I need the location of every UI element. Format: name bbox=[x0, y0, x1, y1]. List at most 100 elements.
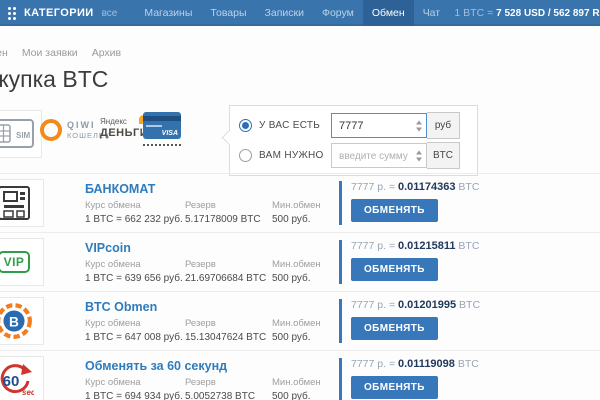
exchange-calculator: У ВАС ЕСТЬ руб ВАМ НУЖНО BTC bbox=[229, 105, 478, 176]
reserve-value: 21.69706684 BTC bbox=[185, 273, 272, 284]
exchanger-row-vipcoin: VIP VIPcoin Курс обмена 1 BTC = 639 656 р… bbox=[0, 233, 600, 292]
rate-value: 1 BTC = 662 232 руб. bbox=[85, 214, 185, 225]
subnav-my-requests[interactable]: Мои заявки bbox=[22, 47, 78, 59]
svg-text:B: B bbox=[9, 314, 19, 329]
rate-label: Курс обмена bbox=[85, 377, 185, 388]
offer-section: 7777 р. = 0.01174363 BTC ОБМЕНЯТЬ bbox=[339, 181, 479, 225]
offer-value: 0.01119098 bbox=[398, 358, 455, 370]
timer-60sec-icon: 60 sec bbox=[0, 356, 44, 400]
offer-section: 7777 р. = 0.01119098 BTC ОБМЕНЯТЬ bbox=[339, 358, 479, 400]
payment-yandex-money-tile[interactable]: Яндекс ДЕНЬГИ bbox=[100, 117, 148, 139]
visa-card-icon: VISA bbox=[143, 112, 181, 139]
min-value: 500 руб. bbox=[272, 332, 342, 343]
reserve-label: Резерв bbox=[185, 200, 272, 211]
rate-value: 1 BTC = 647 008 руб. bbox=[85, 332, 185, 343]
nav-item-goods[interactable]: Товары bbox=[201, 0, 255, 26]
currency-to-badge: BTC bbox=[427, 142, 460, 169]
min-value: 500 руб. bbox=[272, 214, 342, 225]
payment-sim-tile[interactable]: SIM bbox=[0, 110, 42, 158]
min-value: 500 руб. bbox=[272, 391, 342, 400]
amount-need-stepper[interactable] bbox=[416, 150, 422, 161]
main-nav: Магазины Товары Записки Форум Обмен Чат bbox=[135, 0, 449, 26]
yandex-money-word: ДЕНЬГИ bbox=[100, 127, 148, 139]
reserve-label: Резерв bbox=[185, 259, 272, 270]
nav-item-notes[interactable]: Записки bbox=[256, 0, 313, 26]
exchanger-stats: Курс обмена 1 BTC = 662 232 руб. Резерв 5.… bbox=[85, 200, 342, 225]
rate-value: 1 BTC = 639 656 руб. bbox=[85, 273, 185, 284]
amount-need-input[interactable] bbox=[332, 144, 426, 167]
offer-section: 7777 р. = 0.01215811 BTC ОБМЕНЯТЬ bbox=[339, 240, 479, 284]
exchanger-row-60sec: 60 sec Обменять за 60 секунд Курс обмена… bbox=[0, 351, 600, 400]
exchanger-row-btc-obmen: B BTC Obmen Курс обмена 1 BTC = 647 008 р… bbox=[0, 292, 600, 351]
offer-line: 7777 р. = 0.01174363 BTC bbox=[351, 181, 479, 193]
min-value: 500 руб. bbox=[272, 273, 342, 284]
exchanger-stats: Курс обмена1 BTC = 694 934 руб. Резерв5.… bbox=[85, 377, 342, 400]
rate-label: Курс обмена bbox=[85, 318, 185, 329]
amount-have-input[interactable] bbox=[332, 114, 426, 137]
amount-need-field bbox=[331, 143, 427, 168]
offer-value: 0.01215811 bbox=[398, 240, 456, 252]
exchanger-link[interactable]: BTC Obmen bbox=[85, 300, 157, 314]
offer-value: 0.01174363 bbox=[398, 181, 456, 193]
radio-you-need[interactable] bbox=[239, 149, 252, 162]
payment-visa-tile[interactable]: VISA bbox=[143, 112, 181, 146]
svg-text:SIM: SIM bbox=[16, 131, 31, 140]
exchange-button[interactable]: ОБМЕНЯТЬ bbox=[351, 317, 438, 340]
min-label: Мин.обмен bbox=[272, 259, 342, 270]
page-title: Покупка BTC bbox=[0, 66, 108, 93]
calc-row-have: У ВАС ЕСТЬ руб bbox=[239, 113, 468, 138]
categories-button[interactable]: КАТЕГОРИИ bbox=[24, 7, 94, 19]
reserve-value: 5.0052738 BTC bbox=[185, 391, 272, 400]
svg-text:sec: sec bbox=[22, 388, 34, 397]
reserve-label: Резерв bbox=[185, 318, 272, 329]
btc-ticker-value: 7 528 USD / 562 897 RUB bbox=[496, 8, 600, 19]
sub-navigation: Обмен Мои заявки Архив bbox=[0, 47, 121, 59]
nav-item-chat[interactable]: Чат bbox=[414, 0, 449, 26]
nav-item-forum[interactable]: Форум bbox=[313, 0, 363, 26]
yandex-word: Яндекс bbox=[100, 117, 148, 126]
nav-item-exchange[interactable]: Обмен bbox=[363, 0, 414, 26]
radio-you-need-label: ВАМ НУЖНО bbox=[259, 150, 331, 161]
exchanger-row-bankomat: БАНКОМАТ Курс обмена 1 BTC = 662 232 руб.… bbox=[0, 174, 600, 233]
exchange-button[interactable]: ОБМЕНЯТЬ bbox=[351, 199, 438, 222]
exchanger-link[interactable]: БАНКОМАТ bbox=[85, 182, 155, 196]
reserve-value: 5.17178009 BTC bbox=[185, 214, 272, 225]
sim-card-icon: SIM bbox=[0, 119, 34, 149]
categories-all-link[interactable]: все bbox=[102, 8, 118, 19]
exchange-button[interactable]: ОБМЕНЯТЬ bbox=[351, 376, 438, 399]
visa-active-underline bbox=[143, 144, 181, 146]
rate-label: Курс обмена bbox=[85, 259, 185, 270]
rate-label: Курс обмена bbox=[85, 200, 185, 211]
visa-label: VISA bbox=[162, 130, 178, 137]
min-label: Мин.обмен bbox=[272, 377, 342, 388]
exchange-button[interactable]: ОБМЕНЯТЬ bbox=[351, 258, 438, 281]
subnav-exchange[interactable]: Обмен bbox=[0, 47, 8, 59]
amount-have-stepper[interactable] bbox=[416, 120, 422, 131]
top-navigation-bar: КАТЕГОРИИ все Магазины Товары Записки Фо… bbox=[0, 0, 600, 26]
btc-ticker-prefix: 1 BTC = bbox=[454, 7, 496, 19]
btc-obmen-icon: B bbox=[0, 297, 44, 345]
radio-you-have-label: У ВАС ЕСТЬ bbox=[259, 120, 331, 131]
subnav-archive[interactable]: Архив bbox=[92, 47, 121, 59]
offer-value: 0.01201995 bbox=[398, 299, 456, 311]
exchanger-list: БАНКОМАТ Курс обмена 1 BTC = 662 232 руб.… bbox=[0, 173, 600, 400]
radio-you-have[interactable] bbox=[239, 119, 252, 132]
nav-item-shops[interactable]: Магазины bbox=[135, 0, 201, 26]
offer-line: 7777 р. = 0.01215811 BTC bbox=[351, 240, 479, 252]
exchanger-link[interactable]: Обменять за 60 секунд bbox=[85, 359, 227, 373]
amount-have-field bbox=[331, 113, 427, 138]
exchanger-link[interactable]: VIPcoin bbox=[85, 241, 131, 255]
offer-section: 7777 р. = 0.01201995 BTC ОБМЕНЯТЬ bbox=[339, 299, 480, 343]
reserve-value: 15.13047624 BTC bbox=[185, 332, 272, 343]
categories-grid-icon[interactable] bbox=[8, 7, 16, 20]
page: КАТЕГОРИИ все Магазины Товары Записки Фо… bbox=[0, 0, 600, 400]
rate-value: 1 BTC = 694 934 руб. bbox=[85, 391, 185, 400]
vipcoin-icon: VIP bbox=[0, 238, 44, 286]
calc-row-need: ВАМ НУЖНО BTC bbox=[239, 143, 468, 168]
min-label: Мин.обмен bbox=[272, 318, 342, 329]
svg-text:60: 60 bbox=[3, 373, 20, 390]
offer-line: 7777 р. = 0.01201995 BTC bbox=[351, 299, 480, 311]
exchanger-stats: Курс обмена 1 BTC = 647 008 руб. Резерв 15… bbox=[85, 318, 342, 343]
atm-icon bbox=[0, 179, 44, 227]
qiwi-logo-icon bbox=[40, 119, 62, 141]
